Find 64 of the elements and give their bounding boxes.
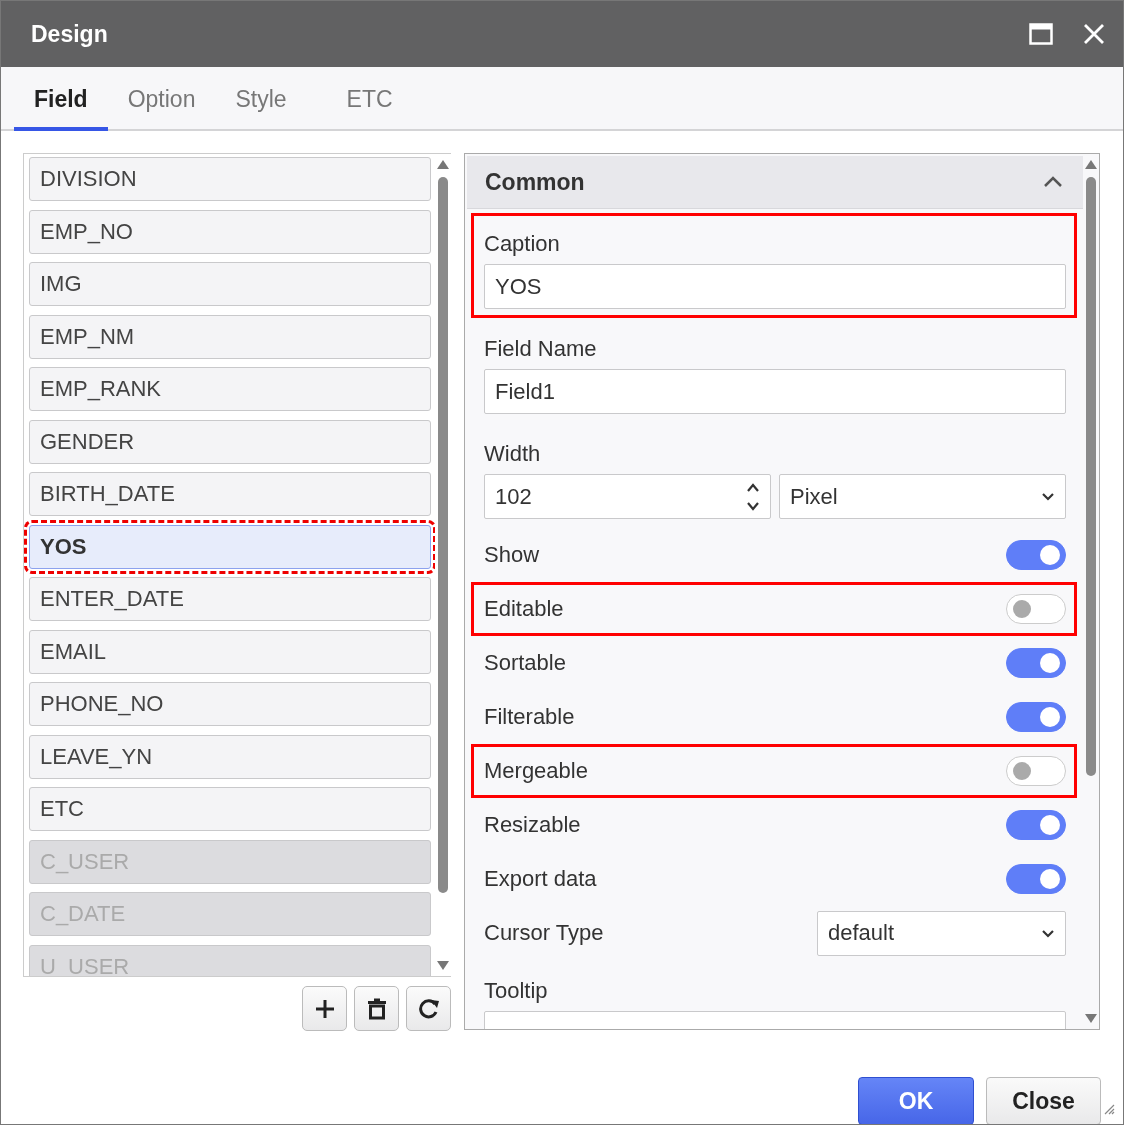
chevron-icon[interactable] xyxy=(1043,176,1063,188)
add-button[interactable] xyxy=(302,986,347,1031)
field-item[interactable]: EMP_NM xyxy=(29,314,431,359)
scroll-up-icon[interactable] xyxy=(437,160,449,169)
chevron-down-icon xyxy=(1041,928,1055,938)
tab[interactable]: Field xyxy=(14,67,108,131)
delete-button[interactable] xyxy=(354,986,399,1031)
plus-icon xyxy=(314,998,335,1019)
section-title: Common xyxy=(485,168,585,196)
field-item[interactable]: EMP_RANK xyxy=(29,367,431,411)
toggle-switch[interactable] xyxy=(1006,594,1066,624)
window-title: Design xyxy=(31,20,109,48)
toggle-switch[interactable] xyxy=(1006,810,1066,840)
field-item[interactable]: PHONE_NO xyxy=(29,682,431,726)
field-label: Width xyxy=(484,440,542,468)
toggle-switch[interactable] xyxy=(1006,540,1066,570)
toggle-switch[interactable] xyxy=(1006,648,1066,678)
scroll-down-icon[interactable] xyxy=(437,961,449,970)
maximize-icon[interactable] xyxy=(1029,23,1053,45)
spinner-icon[interactable] xyxy=(746,481,760,512)
field-label: Tooltip xyxy=(484,977,549,1005)
field-label: Cursor Type xyxy=(484,920,604,946)
field-item[interactable]: BIRTH_DATE xyxy=(29,472,431,516)
scroll-down-icon[interactable] xyxy=(1085,1014,1097,1023)
toggle-switch[interactable] xyxy=(1006,756,1066,786)
ok-button[interactable]: OK xyxy=(858,1077,974,1124)
field-item[interactable]: LEAVE_YN xyxy=(29,734,431,779)
close-button[interactable]: Close xyxy=(986,1077,1101,1124)
field-label: Field Name xyxy=(484,335,598,363)
refresh-button[interactable] xyxy=(406,986,451,1031)
refresh-icon xyxy=(417,997,440,1020)
resize-grip-icon[interactable] xyxy=(1103,1103,1115,1115)
field-label: Caption xyxy=(484,230,561,258)
toggle-switch[interactable] xyxy=(1006,864,1066,894)
toggle-label: Sortable xyxy=(484,650,566,676)
unit-dropdown[interactable]: Pixel xyxy=(779,474,1066,519)
tab[interactable]: Style xyxy=(215,67,307,131)
field-item[interactable]: IMG xyxy=(29,262,431,306)
section-header[interactable]: Common xyxy=(467,156,1083,209)
field-item[interactable]: ENTER_DATE xyxy=(29,577,431,621)
tab[interactable]: ETC xyxy=(326,67,413,131)
toggle-label: Show xyxy=(484,542,540,568)
toggle-label: Export data xyxy=(484,866,597,892)
tab[interactable]: Option xyxy=(107,67,216,131)
toggle-switch[interactable] xyxy=(1006,702,1066,732)
toggle-label: Resizable xyxy=(484,812,581,838)
scrollbar-thumb[interactable] xyxy=(438,177,448,893)
input-field[interactable]: YOS xyxy=(484,264,1066,309)
input-field[interactable]: Field1 xyxy=(484,369,1066,414)
toggle-label: Filterable xyxy=(484,704,575,730)
cursor-dropdown[interactable]: default xyxy=(817,910,1066,956)
scrollbar-thumb[interactable] xyxy=(1086,177,1096,776)
toggle-label: Mergeable xyxy=(484,758,588,784)
scroll-up-icon[interactable] xyxy=(1085,160,1097,169)
number-field[interactable]: 102 xyxy=(484,474,771,519)
close-icon[interactable] xyxy=(1083,23,1105,45)
toggle-label: Editable xyxy=(484,596,564,622)
field-item[interactable]: EMP_NO xyxy=(29,209,431,254)
trash-icon xyxy=(367,997,386,1020)
field-item[interactable]: ETC xyxy=(29,787,431,831)
field-item[interactable]: DIVISION xyxy=(29,157,431,201)
chevron-down-icon xyxy=(1041,492,1055,501)
field-item[interactable]: EMAIL xyxy=(29,629,431,674)
field-item[interactable]: GENDER xyxy=(29,419,431,464)
